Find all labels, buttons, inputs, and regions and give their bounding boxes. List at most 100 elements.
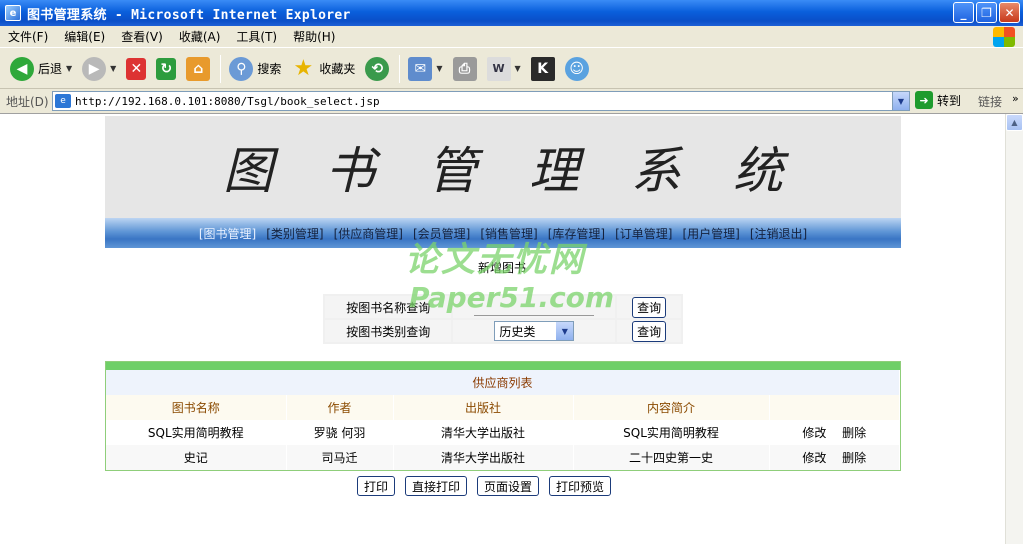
search-by-name-label: 按图书名称查询 (325, 296, 452, 318)
book-name-search-input[interactable] (474, 298, 595, 316)
column-header-name: 图书名称 (106, 395, 287, 420)
favorites-label: 收藏夹 (319, 62, 356, 76)
go-button[interactable]: ➜ 转到 (915, 91, 961, 109)
nav-order-management[interactable]: [订单管理] (615, 225, 672, 242)
back-label: 后退 (38, 62, 63, 76)
nav-logout[interactable]: [注销退出] (750, 225, 807, 242)
address-bar: 地址(D) e http://192.168.0.101:8080/Tsgl/b… (0, 90, 1023, 112)
mail-button[interactable]: ✉ ▼ (404, 53, 446, 85)
edit-link[interactable]: 修改 (802, 426, 826, 440)
nav-member-management[interactable]: [会员管理] (413, 225, 470, 242)
home-icon: ⌂ (186, 56, 211, 81)
ie-app-icon: e (5, 5, 21, 21)
menu-edit[interactable]: 编辑(E) (56, 28, 113, 45)
nav-user-management[interactable]: [用户管理] (682, 225, 739, 242)
toolbar-separator (399, 54, 401, 83)
query-by-name-button[interactable]: 查询 (632, 296, 667, 318)
browser-viewport: 图书管理系统 [图书管理] [类别管理] [供应商管理] [会员管理] [销售管… (0, 113, 1023, 544)
table-caption: 供应商列表 (106, 370, 900, 395)
back-arrow-icon: ◀ (10, 56, 34, 81)
column-header-publisher: 出版社 (393, 395, 574, 420)
forward-button[interactable]: ▶ ▼ (78, 53, 120, 85)
direct-print-button[interactable]: 直接打印 (405, 476, 468, 496)
web-page: 图书管理系统 [图书管理] [类别管理] [供应商管理] [会员管理] [销售管… (0, 114, 1005, 544)
restore-button[interactable]: ❐ (976, 2, 997, 23)
dropdown-arrow-icon[interactable]: ▼ (515, 64, 521, 73)
go-label: 转到 (937, 93, 962, 108)
cell-publisher: 清华大学出版社 (393, 445, 574, 470)
delete-link[interactable]: 删除 (842, 451, 866, 465)
word-edit-icon: W (486, 56, 511, 81)
nav-bar: [图书管理] [类别管理] [供应商管理] [会员管理] [销售管理] [库存管… (105, 218, 901, 248)
page-title: 图书管理系统 (223, 142, 835, 200)
book-table: 供应商列表 图书名称 作者 出版社 内容简介 SQL实用简明教程 罗骁 何羽 清… (106, 370, 900, 470)
back-button[interactable]: ◀ 后退 ▼ (6, 53, 76, 85)
star-icon: ★ (293, 56, 314, 81)
scroll-up-icon[interactable]: ▲ (1006, 114, 1023, 131)
messenger-button[interactable]: ☺ (561, 53, 593, 85)
title-bar[interactable]: e 图书管理系统 - Microsoft Internet Explorer _… (0, 0, 1023, 26)
supplier-list: 供应商列表 图书名称 作者 出版社 内容简介 SQL实用简明教程 罗骁 何羽 清… (105, 361, 901, 471)
nav-supplier-management[interactable]: [供应商管理] (334, 225, 403, 242)
nav-book-management[interactable]: [图书管理] (199, 225, 256, 242)
discuss-icon: K (530, 56, 555, 81)
home-button[interactable]: ⌂ (182, 53, 214, 85)
nav-sales-management[interactable]: [销售管理] (480, 225, 537, 242)
address-input[interactable]: e http://192.168.0.101:8080/Tsgl/book_se… (52, 91, 910, 111)
print-toolbar-button[interactable]: ⎙ (449, 53, 481, 85)
chevron-down-icon[interactable]: ▼ (556, 322, 574, 340)
column-header-author: 作者 (286, 395, 394, 420)
dropdown-arrow-icon[interactable]: ▼ (436, 64, 442, 73)
menu-file[interactable]: 文件(F) (0, 28, 56, 45)
search-category-button-cell: 查询 (617, 320, 681, 342)
address-label: 地址(D) (6, 94, 49, 109)
nav-inventory-management[interactable]: [库存管理] (548, 225, 605, 242)
print-button[interactable]: 打印 (357, 476, 396, 496)
dropdown-arrow-icon[interactable]: ▼ (66, 64, 72, 73)
menu-view[interactable]: 查看(V) (113, 28, 171, 45)
category-select[interactable]: 历史类 ▼ (494, 321, 575, 341)
dropdown-arrow-icon[interactable]: ▼ (110, 64, 116, 73)
delete-link[interactable]: 删除 (842, 426, 866, 440)
query-by-category-button[interactable]: 查询 (632, 320, 667, 342)
refresh-button[interactable]: ↻ (152, 53, 180, 85)
cell-name: 史记 (106, 445, 287, 470)
menu-help[interactable]: 帮助(H) (285, 28, 343, 45)
cell-summary: SQL实用简明教程 (573, 420, 770, 445)
address-url: http://192.168.0.101:8080/Tsgl/book_sele… (75, 94, 380, 108)
edit-button[interactable]: W ▼ (483, 53, 525, 85)
links-label[interactable]: 链接 (978, 93, 1002, 110)
favorites-button[interactable]: ★ 收藏夹 (287, 53, 359, 85)
menu-tools[interactable]: 工具(T) (228, 28, 285, 45)
search-button[interactable]: ⚲ 搜索 (225, 53, 285, 85)
history-button[interactable]: ⟲ (361, 53, 393, 85)
page-setup-button[interactable]: 页面设置 (477, 476, 540, 496)
windows-logo-icon (993, 27, 1015, 47)
vertical-scrollbar[interactable]: ▲ (1005, 114, 1023, 544)
search-form: 按图书名称查询 查询 按图书类别查询 历史类 ▼ 查询 (323, 294, 683, 344)
close-button[interactable]: ✕ (999, 2, 1020, 23)
cell-publisher: 清华大学出版社 (393, 420, 574, 445)
menu-favorites[interactable]: 收藏(A) (171, 28, 229, 45)
nav-category-management[interactable]: [类别管理] (266, 225, 323, 242)
printer-icon: ⎙ (452, 56, 477, 81)
search-category-cell: 历史类 ▼ (453, 320, 616, 342)
header-banner: 图书管理系统 (105, 116, 901, 218)
stop-button[interactable]: ✕ (122, 53, 150, 85)
new-book-link[interactable]: 新增图书 (478, 259, 526, 276)
chevron-right-icon[interactable]: » (1012, 92, 1019, 105)
table-row: SQL实用简明教程 罗骁 何羽 清华大学出版社 SQL实用简明教程 修改 删除 (106, 420, 900, 445)
refresh-icon: ↻ (156, 57, 177, 80)
messenger-icon: ☺ (564, 56, 589, 81)
cell-author: 司马迁 (286, 445, 394, 470)
print-preview-button[interactable]: 打印预览 (549, 476, 612, 496)
table-row: 史记 司马迁 清华大学出版社 二十四史第一史 修改 删除 (106, 445, 900, 470)
minimize-button[interactable]: _ (953, 2, 974, 23)
edit-link[interactable]: 修改 (802, 451, 826, 465)
address-dropdown-icon[interactable]: ▼ (892, 92, 909, 110)
cell-name: SQL实用简明教程 (106, 420, 287, 445)
discuss-button[interactable]: K (527, 53, 559, 85)
toolbar-separator (220, 54, 222, 83)
cell-author: 罗骁 何羽 (286, 420, 394, 445)
toolbar: ◀ 后退 ▼ ▶ ▼ ✕ ↻ ⌂ ⚲ 搜索 ★ 收藏夹 ⟲ ✉ ▼ ⎙ W ▼ … (0, 49, 1023, 89)
